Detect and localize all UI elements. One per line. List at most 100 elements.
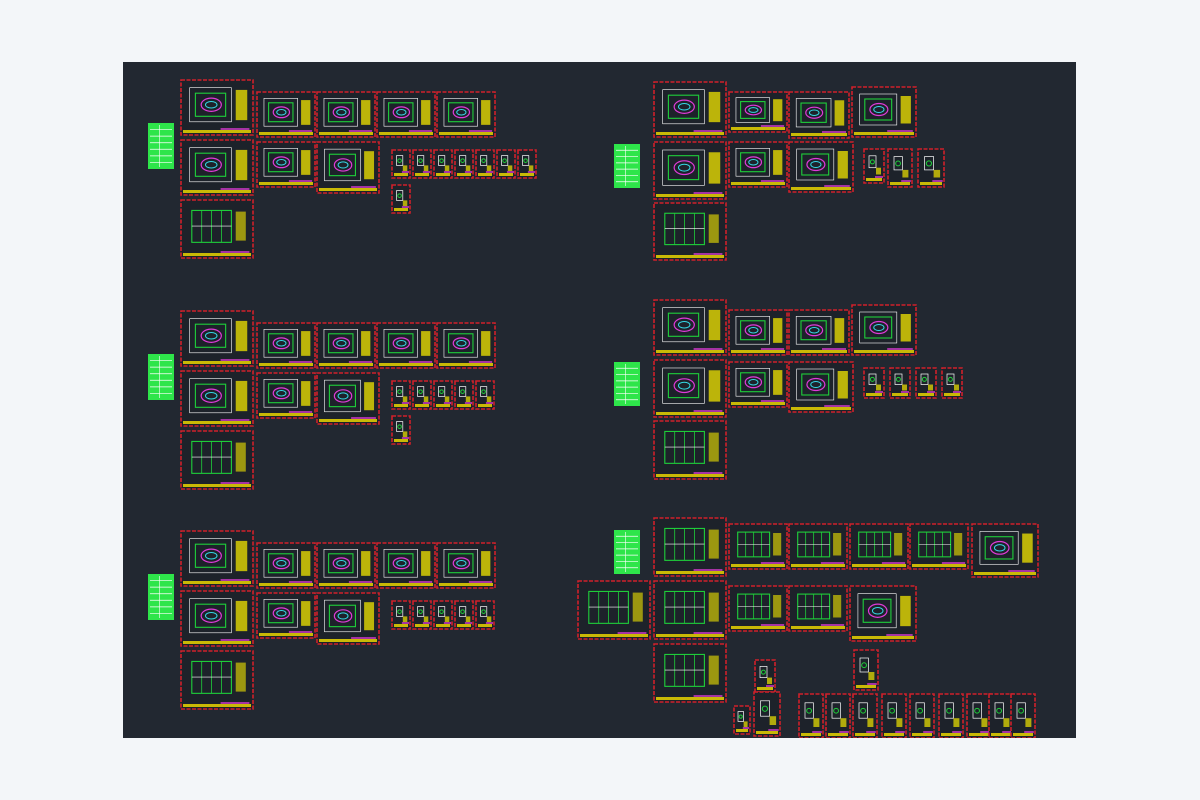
- set-5-sheet-row2-2[interactable]: [788, 361, 854, 413]
- set-2-detail-5[interactable]: [475, 380, 495, 410]
- set-3-sheet-row1-2[interactable]: [316, 542, 376, 589]
- set-1-legend-table[interactable]: [148, 123, 174, 169]
- set-1-detail-4[interactable]: [454, 149, 474, 179]
- set-4-sheet-row1-2[interactable]: [788, 91, 850, 139]
- set-5-sheet-row1-1[interactable]: [728, 309, 788, 356]
- set-5-detail-4[interactable]: [941, 367, 963, 399]
- set-5-sheet-row1-2[interactable]: [788, 309, 850, 356]
- set-1-detail-7[interactable]: [517, 149, 537, 179]
- set-5-detail-1[interactable]: [863, 367, 885, 399]
- set-6-detail-row-2[interactable]: [825, 693, 851, 738]
- set-1-sheet-row1-2[interactable]: [316, 91, 376, 138]
- set-6-sheet-row1-1[interactable]: [728, 523, 788, 570]
- set-5-sheet-row1-3[interactable]: [851, 304, 917, 356]
- set-1-sheet-row2-2[interactable]: [316, 141, 380, 194]
- set-6-detail-top-2[interactable]: [853, 649, 879, 691]
- set-4-detail-1[interactable]: [863, 148, 885, 184]
- set-4-detail-3[interactable]: [917, 148, 945, 188]
- set-6-legend-table[interactable]: [614, 530, 640, 574]
- set-3-detail-2[interactable]: [412, 600, 432, 630]
- set-6-detail-row-8[interactable]: [988, 693, 1014, 738]
- set-6-sheet-row1-4[interactable]: [909, 523, 969, 570]
- set-6-detail-row-5[interactable]: [909, 693, 935, 738]
- set-2-detail-1[interactable]: [391, 380, 411, 410]
- set-4-sheet-plan-1[interactable]: [653, 81, 727, 138]
- set-3-sheet-row2-2[interactable]: [316, 592, 380, 645]
- set-6-detail-top-1[interactable]: [754, 659, 776, 693]
- set-5-detail-2[interactable]: [889, 367, 911, 399]
- set-6-sheet-row1-3[interactable]: [849, 523, 909, 570]
- set-2-detail-2[interactable]: [412, 380, 432, 410]
- set-2-sheet-row2-2[interactable]: [316, 372, 380, 425]
- set-3-detail-5[interactable]: [475, 600, 495, 630]
- set-6-sheet-main-2[interactable]: [653, 580, 727, 640]
- set-2-legend-table[interactable]: [148, 354, 174, 400]
- set-1-sheet-row2-1[interactable]: [256, 141, 316, 188]
- set-3-sheet-row2-1[interactable]: [256, 592, 316, 639]
- set-5-legend-table[interactable]: [614, 362, 640, 406]
- set-5-sheet-row2-1[interactable]: [728, 361, 788, 408]
- set-1-sheet-section[interactable]: [180, 199, 254, 259]
- set-6-sheet-row2-2[interactable]: [788, 585, 848, 632]
- set-3-detail-4[interactable]: [454, 600, 474, 630]
- set-3-sheet-plan-2[interactable]: [180, 590, 254, 647]
- set-4-sheet-plan-2[interactable]: [653, 141, 727, 200]
- set-2-detail-extra[interactable]: [391, 415, 411, 445]
- set-1-sheet-plan-1[interactable]: [180, 79, 254, 136]
- set-1-detail-6[interactable]: [496, 149, 516, 179]
- set-6-detail-row-7[interactable]: [966, 693, 992, 738]
- set-2-detail-3[interactable]: [433, 380, 453, 410]
- set-2-sheet-row2-1[interactable]: [256, 372, 316, 419]
- set-1-detail-5[interactable]: [475, 149, 495, 179]
- set-4-sheet-row1-3[interactable]: [851, 86, 917, 138]
- set-6-detail-row-6[interactable]: [938, 693, 964, 738]
- set-5-sheet-section[interactable]: [653, 420, 727, 480]
- set-3-legend-table[interactable]: [148, 574, 174, 620]
- set-6-sheet-row1-2[interactable]: [788, 523, 848, 570]
- set-1-sheet-row1-4[interactable]: [436, 91, 496, 138]
- set-1-sheet-plan-2[interactable]: [180, 139, 254, 196]
- cad-drawing-canvas[interactable]: [123, 62, 1076, 738]
- set-6-detail-row-3[interactable]: [852, 693, 878, 738]
- set-4-sheet-row1-1[interactable]: [728, 91, 788, 133]
- set-1-sheet-row1-1[interactable]: [256, 91, 316, 138]
- set-6-sheet-row1-5[interactable]: [971, 523, 1039, 578]
- set-2-sheet-section[interactable]: [180, 430, 254, 490]
- set-4-sheet-row2-1[interactable]: [728, 141, 788, 188]
- set-4-legend-table[interactable]: [614, 144, 640, 188]
- set-1-detail-2[interactable]: [412, 149, 432, 179]
- set-3-sheet-row1-1[interactable]: [256, 542, 316, 589]
- set-6-sheet-row2-3[interactable]: [849, 585, 917, 642]
- set-4-sheet-row2-2[interactable]: [788, 141, 854, 193]
- set-5-detail-3[interactable]: [915, 367, 937, 399]
- set-6-sheet-main-1[interactable]: [653, 517, 727, 577]
- set-6-detail-row-1[interactable]: [798, 693, 824, 738]
- set-1-detail-3[interactable]: [433, 149, 453, 179]
- set-3-sheet-row1-3[interactable]: [376, 542, 436, 589]
- set-5-sheet-plan-2[interactable]: [653, 359, 727, 418]
- set-2-sheet-row1-3[interactable]: [376, 322, 436, 369]
- set-1-detail-1[interactable]: [391, 149, 411, 179]
- set-6-sheet-elevation[interactable]: [577, 580, 651, 640]
- set-3-sheet-row1-4[interactable]: [436, 542, 496, 589]
- set-4-sheet-section[interactable]: [653, 202, 727, 261]
- set-3-detail-1[interactable]: [391, 600, 411, 630]
- set-6-detail-1[interactable]: [733, 705, 751, 735]
- set-6-sheet-row2-1[interactable]: [728, 585, 788, 632]
- set-6-sheet-main-3[interactable]: [653, 643, 727, 703]
- set-6-detail-row-4[interactable]: [881, 693, 907, 738]
- set-3-sheet-plan-1[interactable]: [180, 530, 254, 587]
- set-6-detail-row-9[interactable]: [1010, 693, 1036, 738]
- set-2-sheet-row1-4[interactable]: [436, 322, 496, 369]
- set-5-sheet-plan-1[interactable]: [653, 299, 727, 356]
- set-3-sheet-section[interactable]: [180, 650, 254, 710]
- set-2-sheet-plan-2[interactable]: [180, 370, 254, 427]
- set-2-sheet-row1-1[interactable]: [256, 322, 316, 369]
- set-2-sheet-plan-1[interactable]: [180, 310, 254, 367]
- set-2-sheet-row1-2[interactable]: [316, 322, 376, 369]
- set-3-detail-3[interactable]: [433, 600, 453, 630]
- set-1-sheet-row1-3[interactable]: [376, 91, 436, 138]
- set-6-detail-2[interactable]: [753, 691, 781, 737]
- set-1-detail-extra[interactable]: [391, 184, 411, 214]
- set-2-detail-4[interactable]: [454, 380, 474, 410]
